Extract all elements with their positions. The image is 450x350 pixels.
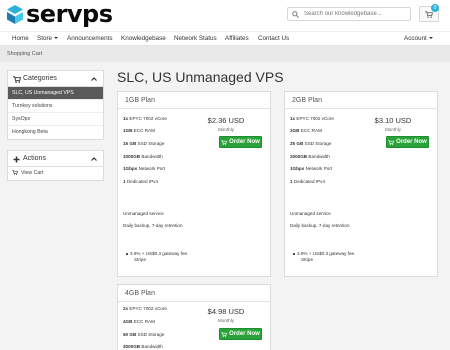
order-now-label: Order Now (229, 331, 260, 337)
sidebar-item-turnkey-solutions[interactable]: Turnkey solutions (8, 100, 103, 113)
plan-card-1gb: 1GB Plan 1x EPYC 7002 vCore 1GB ECC RAM … (117, 91, 271, 277)
site-logo[interactable]: servps (7, 0, 113, 28)
order-now-button[interactable]: Order Now (219, 328, 262, 340)
plan-price: $2.36 USD (207, 116, 245, 125)
shopping-cart-icon (13, 76, 21, 83)
plan-feature-ipv4: 1 Dedicated IPv4 (123, 179, 158, 184)
cart-count-badge: 0 (431, 4, 439, 12)
plan-feature-bandwidth: 3000GB Bandwidth (123, 344, 163, 349)
nav-affiliates[interactable]: Affiliates (225, 35, 249, 42)
breadcrumb[interactable]: Shopping Cart (7, 51, 42, 57)
plan-gateway-fee: 3.9% + US$0.3 gateway fee. (292, 251, 356, 256)
plan-card-header: 2GB Plan (285, 92, 437, 109)
shopping-cart-icon (388, 139, 395, 145)
plan-card-header: 1GB Plan (118, 92, 270, 109)
plan-feature-network: 1Gbps Network Port (290, 166, 333, 171)
plan-service-type: Unmanaged service (123, 211, 164, 216)
plan-feature-bandwidth: 2000GB Bandwidth (290, 154, 330, 159)
shopping-cart-icon (12, 170, 18, 175)
plan-feature-ram: 4GB ECC RAM (123, 319, 155, 324)
nav-account-label: Account (404, 35, 427, 42)
categories-header[interactable]: Categories (8, 71, 103, 87)
plan-feature-ram: 2GB ECC RAM (290, 128, 322, 133)
sidebar-item-hongkong-beta[interactable]: Hongkong Beta (8, 126, 103, 139)
plan-feature-ram: 1GB ECC RAM (123, 128, 155, 133)
breadcrumb-bar: Shopping Cart (0, 46, 450, 62)
actions-title: Actions (23, 155, 46, 162)
chevron-up-icon (91, 157, 97, 161)
chevron-down-icon (428, 37, 433, 39)
plan-billing-cycle: Monthly (217, 127, 235, 132)
search-icon (292, 10, 299, 18)
plus-icon (13, 156, 20, 163)
sidebar-item-sysops[interactable]: SysOps (8, 113, 103, 126)
plan-billing-cycle: Monthly (217, 318, 235, 323)
categories-title: Categories (23, 75, 57, 82)
plan-price: $4.98 USD (207, 307, 245, 316)
order-now-button[interactable]: Order Now (219, 136, 262, 148)
nav-announcements[interactable]: Announcements (67, 35, 113, 42)
search-input[interactable] (304, 11, 404, 17)
order-now-button[interactable]: Order Now (386, 136, 429, 148)
plan-name: 2GB Plan (292, 97, 322, 104)
plan-name: 4GB Plan (125, 290, 155, 297)
plan-gateway-name: Stripe (134, 257, 147, 262)
actions-header[interactable]: Actions (8, 151, 103, 167)
order-now-label: Order Now (396, 139, 427, 145)
shopping-cart-icon (221, 139, 228, 145)
plan-billing-cycle: Monthly (384, 127, 402, 132)
sidebar-item-slc-us-unmanaged-vps[interactable]: SLC, US Unmanaged VPS (8, 87, 103, 100)
view-cart-label: View Cart (21, 170, 44, 176)
site-header: servps 0 (0, 0, 450, 31)
plan-backup-policy: Daily backup, 7-day retention (290, 223, 350, 228)
nav-home[interactable]: Home (12, 35, 29, 42)
nav-knowledgebase[interactable]: Knowledgebase (121, 35, 166, 42)
categories-panel: Categories SLC, US Unmanaged VPS Turnkey… (7, 70, 104, 140)
nav-store[interactable]: Store (37, 35, 59, 42)
cart-button[interactable]: 0 (419, 4, 439, 22)
plan-feature-cpu: 1x EPYC 7002 vCore (123, 116, 167, 121)
plan-feature-network: 1Gbps Network Port (123, 166, 166, 171)
plan-feature-ipv4: 1 Dedicated IPv4 (290, 179, 325, 184)
plan-feature-bandwidth: 1000GB Bandwidth (123, 154, 163, 159)
plan-gateway-name: Stripe (301, 257, 314, 262)
servps-logo-icon (7, 4, 23, 24)
main-nav: Home Store Announcements Knowledgebase N… (0, 31, 450, 46)
nav-store-label: Store (37, 35, 53, 42)
plan-gateway-fee: 3.9% + US$0.3 gateway fee. (125, 251, 189, 256)
plan-name: 1GB Plan (125, 97, 155, 104)
chevron-down-icon (54, 37, 59, 39)
plan-card-4gb: 4GB Plan 2x EPYC 7002 vCore 4GB ECC RAM … (117, 284, 271, 350)
page-title: SLC, US Unmanaged VPS (117, 69, 284, 85)
cart-icon (425, 11, 433, 18)
plan-feature-storage: 50 GB SSD Storage (123, 332, 165, 337)
shopping-cart-icon (221, 331, 228, 337)
brand-name: servps (26, 0, 113, 28)
plan-card-header: 4GB Plan (118, 285, 270, 302)
actions-panel: Actions View Cart (7, 150, 104, 181)
nav-account[interactable]: Account (404, 35, 433, 42)
nav-network-status[interactable]: Network Status (174, 35, 217, 42)
nav-contact-us[interactable]: Contact Us (258, 35, 289, 42)
plan-service-type: Unmanaged service (290, 211, 331, 216)
plan-feature-cpu: 1x EPYC 7002 vCore (290, 116, 334, 121)
plan-price: $3.10 USD (374, 116, 412, 125)
plan-card-2gb: 2GB Plan 1x EPYC 7002 vCore 2GB ECC RAM … (284, 91, 438, 277)
knowledgebase-search[interactable] (287, 7, 411, 21)
order-now-label: Order Now (229, 139, 260, 145)
sidebar-item-view-cart[interactable]: View Cart (8, 167, 103, 180)
plan-feature-storage: 25 GB SSD Storage (290, 141, 332, 146)
plan-feature-storage: 15 GB SSD Storage (123, 141, 165, 146)
chevron-up-icon (91, 77, 97, 81)
plan-backup-policy: Daily backup, 7-day retention (123, 223, 183, 228)
plan-feature-cpu: 2x EPYC 7002 vCore (123, 306, 167, 311)
